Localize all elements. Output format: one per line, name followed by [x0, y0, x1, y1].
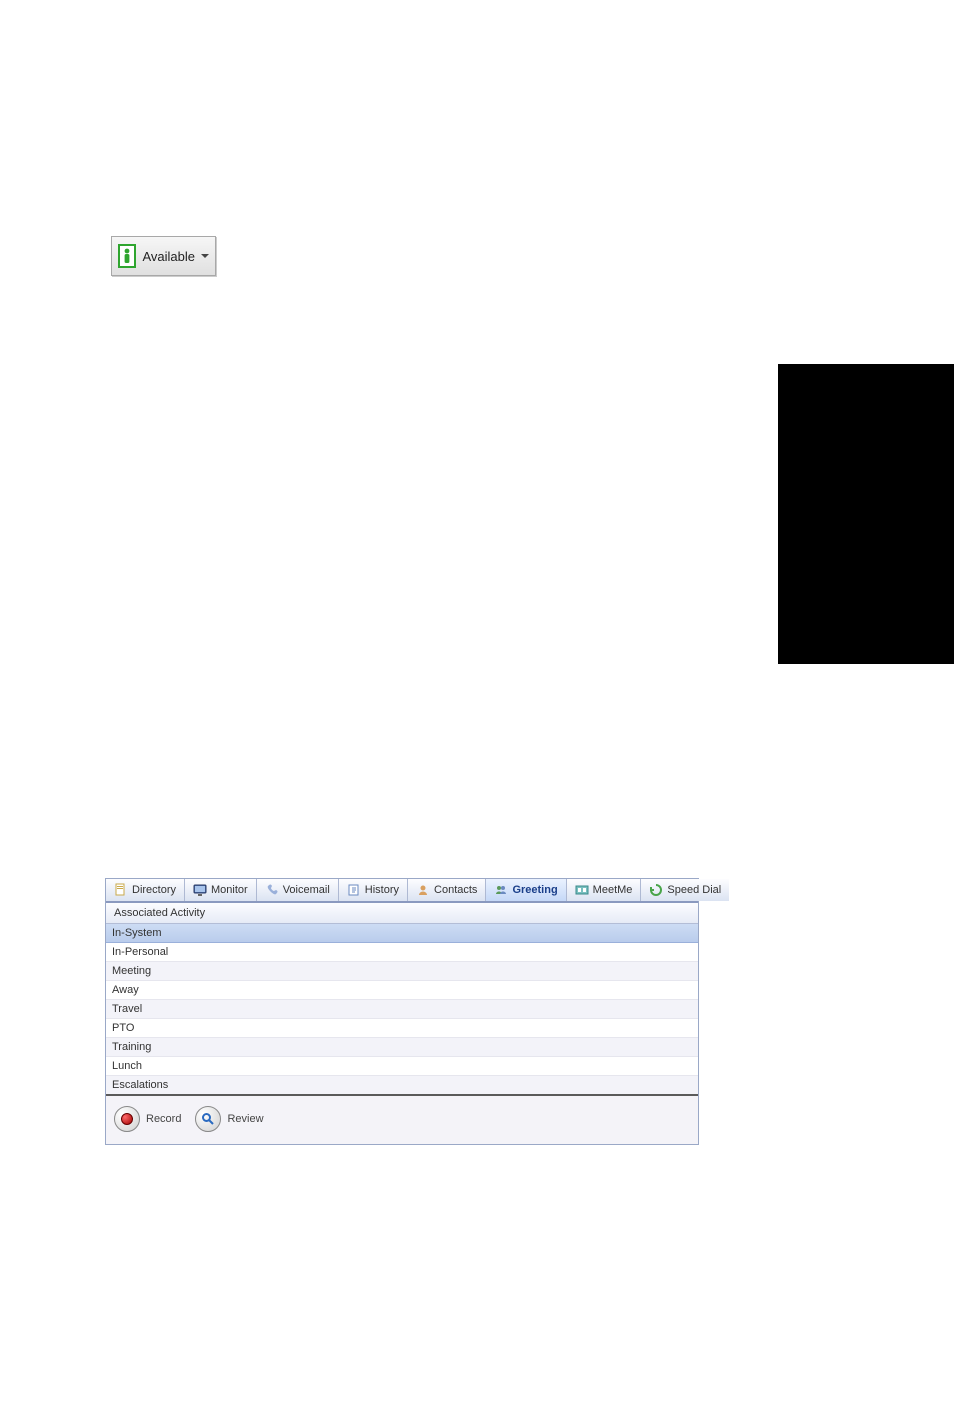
activity-list: In-System In-Personal Meeting Away Trave… [106, 924, 698, 1096]
activity-label: Training [112, 1041, 151, 1053]
tab-label: History [365, 884, 399, 896]
activity-label: Meeting [112, 965, 151, 977]
activity-label: In-Personal [112, 946, 168, 958]
tab-voicemail[interactable]: Voicemail [257, 879, 339, 901]
tab-speeddial[interactable]: Speed Dial [641, 879, 729, 901]
phone-icon [265, 883, 279, 897]
tab-monitor[interactable]: Monitor [185, 879, 257, 901]
list-item[interactable]: Travel [106, 1000, 698, 1019]
list-item[interactable]: Away [106, 981, 698, 1000]
activity-label: Lunch [112, 1060, 142, 1072]
list-item[interactable]: Training [106, 1038, 698, 1057]
list-item[interactable]: In-Personal [106, 943, 698, 962]
greeting-icon [494, 883, 508, 897]
meetme-icon [575, 883, 589, 897]
list-item[interactable]: Meeting [106, 962, 698, 981]
tab-meetme[interactable]: MeetMe [567, 879, 642, 901]
tab-label: Directory [132, 884, 176, 896]
chevron-down-icon [201, 254, 209, 258]
list-item[interactable]: Escalations [106, 1076, 698, 1096]
review-icon [195, 1106, 221, 1132]
tab-label: MeetMe [593, 884, 633, 896]
record-button[interactable]: Record [114, 1106, 181, 1132]
tab-strip: Directory Monitor Voicemail History Cont [106, 879, 698, 903]
tab-directory[interactable]: Directory [106, 879, 185, 901]
record-label: Record [146, 1113, 181, 1125]
activity-label: Escalations [112, 1079, 168, 1091]
record-icon [114, 1106, 140, 1132]
column-header-associated-activity[interactable]: Associated Activity [106, 903, 698, 924]
available-status-dropdown[interactable]: Available [111, 236, 216, 276]
speeddial-icon [649, 883, 663, 897]
list-item[interactable]: PTO [106, 1019, 698, 1038]
list-item[interactable]: In-System [106, 924, 698, 943]
monitor-icon [193, 883, 207, 897]
review-label: Review [227, 1113, 263, 1125]
history-icon [347, 883, 361, 897]
available-status-label: Available [142, 249, 195, 264]
activity-label: PTO [112, 1022, 134, 1034]
presence-icon [118, 244, 136, 268]
tab-label: Speed Dial [667, 884, 721, 896]
tab-history[interactable]: History [339, 879, 408, 901]
footer-toolbar: Record Review [106, 1096, 698, 1144]
review-button[interactable]: Review [195, 1106, 263, 1132]
greeting-panel: Directory Monitor Voicemail History Cont [105, 878, 699, 1145]
black-panel [778, 364, 954, 664]
activity-label: In-System [112, 927, 162, 939]
tab-label: Contacts [434, 884, 477, 896]
activity-label: Travel [112, 1003, 142, 1015]
list-item[interactable]: Lunch [106, 1057, 698, 1076]
page-icon [114, 883, 128, 897]
contacts-icon [416, 883, 430, 897]
tab-label: Greeting [512, 884, 557, 896]
tab-greeting[interactable]: Greeting [486, 879, 566, 901]
tab-contacts[interactable]: Contacts [408, 879, 486, 901]
tab-label: Voicemail [283, 884, 330, 896]
tab-label: Monitor [211, 884, 248, 896]
activity-label: Away [112, 984, 139, 996]
